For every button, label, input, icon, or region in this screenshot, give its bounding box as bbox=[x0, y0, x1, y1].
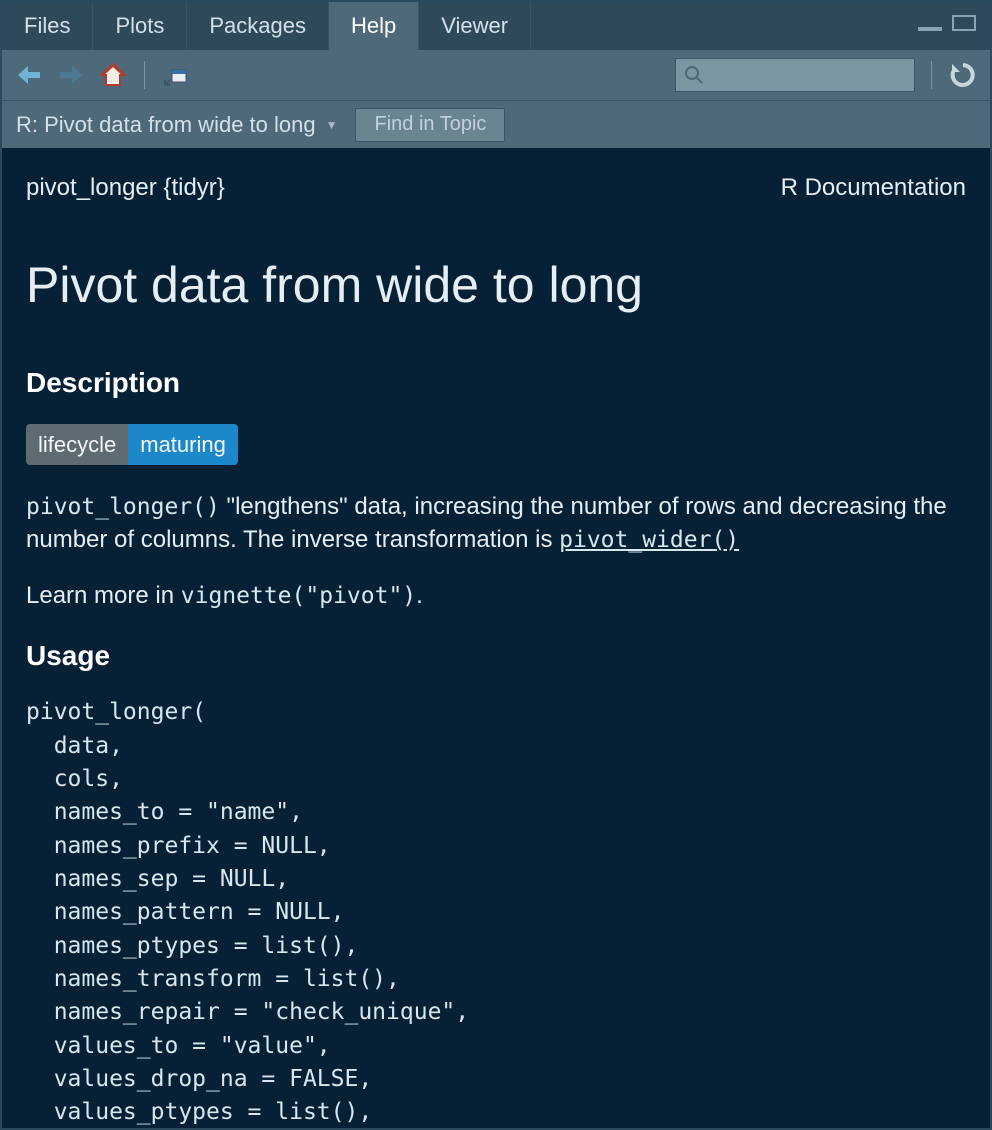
doc-source-label: R Documentation bbox=[781, 172, 966, 204]
lifecycle-badge: lifecycle maturing bbox=[26, 424, 966, 466]
forward-button[interactable] bbox=[56, 60, 86, 90]
tab-packages[interactable]: Packages bbox=[187, 2, 329, 50]
section-heading-description: Description bbox=[26, 364, 966, 402]
code-vignette: vignette("pivot") bbox=[181, 583, 416, 609]
pane-window-controls bbox=[918, 15, 990, 37]
breadcrumb-label: R: Pivot data from wide to long bbox=[16, 112, 316, 138]
back-button[interactable] bbox=[14, 60, 44, 90]
breadcrumb[interactable]: R: Pivot data from wide to long ▼ bbox=[16, 112, 337, 138]
refresh-button[interactable] bbox=[948, 60, 978, 90]
popout-icon bbox=[164, 64, 188, 86]
find-in-topic-input[interactable]: Find in Topic bbox=[355, 108, 505, 142]
tab-viewer[interactable]: Viewer bbox=[419, 2, 531, 50]
home-icon bbox=[100, 63, 126, 87]
popout-button[interactable] bbox=[161, 60, 191, 90]
home-button[interactable] bbox=[98, 60, 128, 90]
minimize-pane-icon[interactable] bbox=[918, 21, 942, 31]
help-search-input[interactable] bbox=[675, 58, 915, 92]
chevron-down-icon: ▼ bbox=[326, 118, 338, 132]
link-pivot-wider[interactable]: pivot_wider() bbox=[559, 527, 739, 553]
refresh-icon bbox=[950, 62, 976, 88]
arrow-right-icon bbox=[58, 64, 84, 86]
tab-plots[interactable]: Plots bbox=[93, 2, 187, 50]
pane-tabstrip: Files Plots Packages Help Viewer bbox=[2, 2, 990, 50]
tab-help[interactable]: Help bbox=[329, 2, 419, 50]
help-subtoolbar: R: Pivot data from wide to long ▼ Find i… bbox=[2, 100, 990, 148]
find-in-topic-placeholder: Find in Topic bbox=[374, 113, 486, 136]
desc-text-2-tail: . bbox=[416, 582, 423, 609]
description-paragraph-2: Learn more in vignette("pivot"). bbox=[26, 580, 966, 612]
description-paragraph-1: pivot_longer() "lengthens" data, increas… bbox=[26, 491, 966, 556]
help-toolbar bbox=[2, 50, 990, 100]
desc-text-2-lead: Learn more in bbox=[26, 582, 181, 609]
topic-name: pivot_longer {tidyr} bbox=[26, 172, 225, 204]
usage-code-block: pivot_longer( data, cols, names_to = "na… bbox=[26, 696, 966, 1128]
help-content: pivot_longer {tidyr} R Documentation Piv… bbox=[2, 148, 990, 1128]
arrow-left-icon bbox=[16, 64, 42, 86]
code-pivot-longer: pivot_longer() bbox=[26, 494, 220, 520]
badge-right: maturing bbox=[128, 424, 238, 466]
badge-left: lifecycle bbox=[26, 424, 128, 466]
maximize-pane-icon[interactable] bbox=[952, 15, 976, 31]
section-heading-usage: Usage bbox=[26, 637, 966, 675]
tab-files[interactable]: Files bbox=[2, 2, 93, 50]
page-title: Pivot data from wide to long bbox=[26, 252, 966, 320]
search-icon bbox=[684, 65, 704, 85]
help-pane: Files Plots Packages Help Viewer bbox=[0, 0, 992, 1130]
